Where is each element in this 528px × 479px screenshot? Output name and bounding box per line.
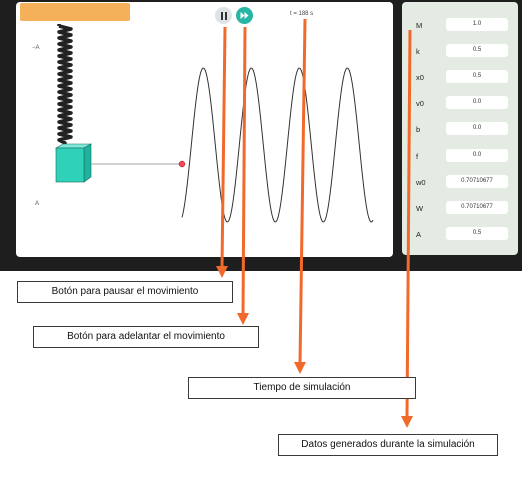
callout-data: Datos generados durante la simulación [278,434,498,456]
arrow-time [298,18,307,365]
arrow-forward [241,26,247,316]
callout-pause: Botón para pausar el movimiento [17,281,233,303]
annotation-arrows [216,18,413,428]
arrow-data [405,29,412,419]
arrow-pause [220,26,227,269]
callout-time: Tiempo de simulación [188,377,416,399]
callout-forward: Botón para adelantar el movimiento [33,326,259,348]
